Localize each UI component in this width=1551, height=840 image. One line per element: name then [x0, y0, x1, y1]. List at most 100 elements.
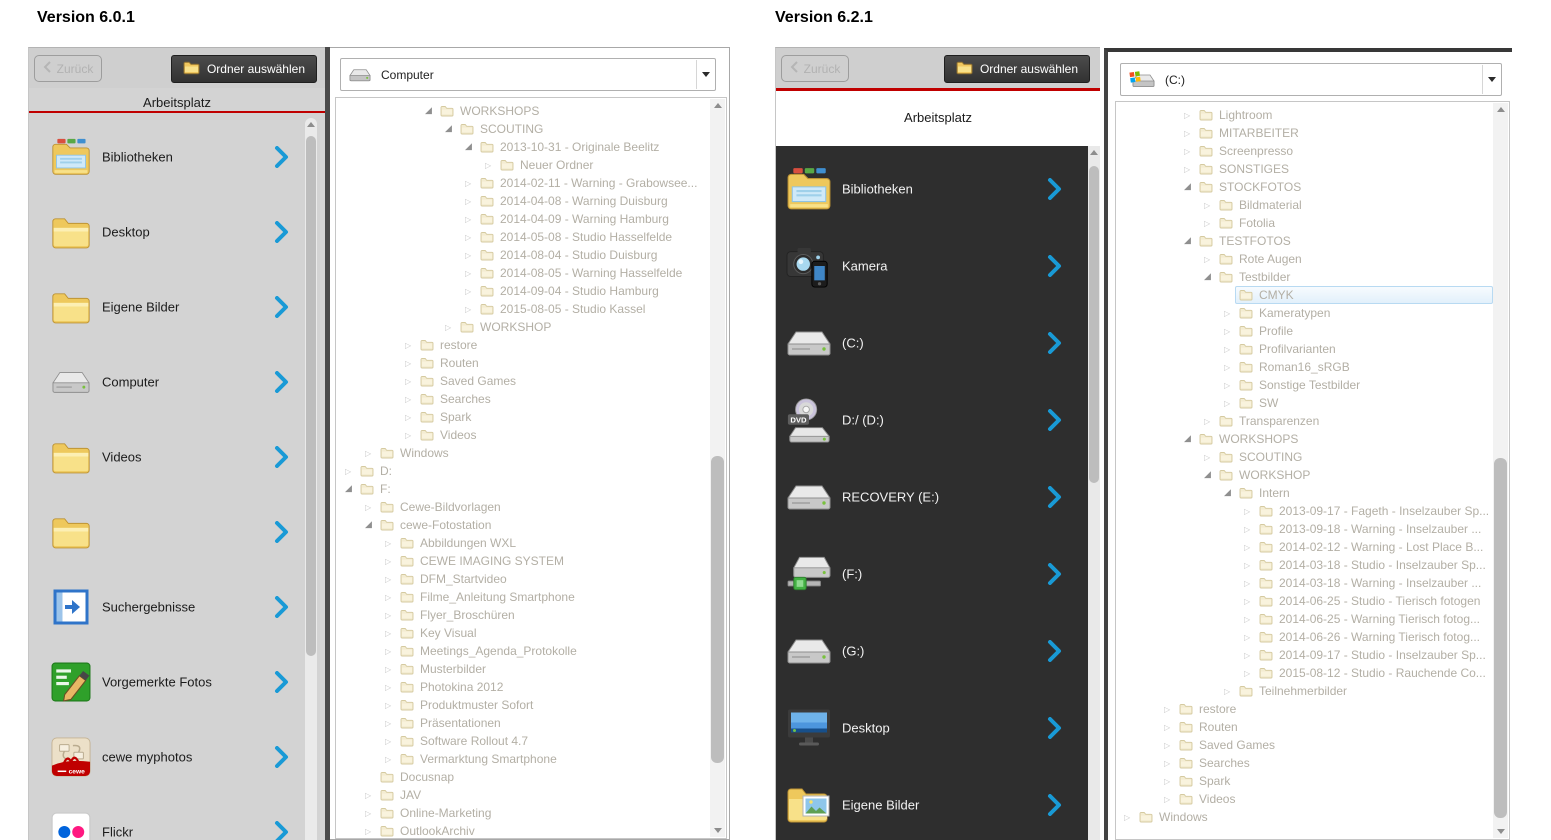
tree-item-mitarbeiter[interactable]: ▷ MITARBEITER — [1116, 124, 1493, 142]
tree-item-routen[interactable]: ▷ Routen — [336, 354, 710, 372]
expander-open-icon[interactable]: ◢ — [1184, 236, 1199, 246]
tree-item-2014-08-04-studio-duisburg[interactable]: ▷ 2014-08-04 - Studio Duisburg — [336, 246, 710, 264]
expander-closed-icon[interactable]: ▷ — [1244, 669, 1259, 678]
scroll-up-icon[interactable] — [1497, 107, 1505, 112]
expander-open-icon[interactable]: ◢ — [445, 124, 460, 134]
expander-closed-icon[interactable]: ▷ — [385, 665, 400, 674]
tree-item-profile[interactable]: ▷ Profile — [1116, 322, 1493, 340]
expander-closed-icon[interactable]: ▷ — [385, 593, 400, 602]
expander-closed-icon[interactable]: ▷ — [385, 575, 400, 584]
tree-item-jav[interactable]: ▷ JAV — [336, 786, 710, 804]
tree-item-filme-anleitung-smartphone[interactable]: ▷ Filme_Anleitung Smartphone — [336, 588, 710, 606]
scrollbar-thumb[interactable] — [711, 456, 724, 763]
tree-item-testbilder[interactable]: ◢ Testbilder — [1116, 268, 1493, 286]
sidebar-item-suchergebnisse[interactable]: Suchergebnisse — [29, 569, 325, 644]
tree-item-spark[interactable]: ▷ Spark — [1116, 772, 1493, 790]
expander-closed-icon[interactable]: ▷ — [1184, 147, 1199, 156]
sidebar-item-bibliotheken[interactable]: Bibliotheken — [776, 150, 1088, 227]
expander-closed-icon[interactable]: ▷ — [405, 395, 420, 404]
combobox-dropdown-arrow[interactable] — [696, 60, 715, 89]
tree-item-photokina-2012[interactable]: ▷ Photokina 2012 — [336, 678, 710, 696]
expander-open-icon[interactable]: ◢ — [465, 142, 480, 152]
expander-open-icon[interactable]: ◢ — [1204, 470, 1219, 480]
expander-closed-icon[interactable]: ▷ — [365, 791, 380, 800]
tree-item-kameratypen[interactable]: ▷ Kameratypen — [1116, 304, 1493, 322]
tree-item-bildmaterial[interactable]: ▷ Bildmaterial — [1116, 196, 1493, 214]
expander-closed-icon[interactable]: ▷ — [1164, 723, 1179, 732]
expander-closed-icon[interactable]: ▷ — [465, 197, 480, 206]
tree-item-restore[interactable]: ▷ restore — [336, 336, 710, 354]
expander-closed-icon[interactable]: ▷ — [385, 683, 400, 692]
tree-item-pr-sentationen[interactable]: ▷ Präsentationen — [336, 714, 710, 732]
expander-closed-icon[interactable]: ▷ — [345, 467, 360, 476]
tree-item-2014-05-08-studio-hasselfelde[interactable]: ▷ 2014-05-08 - Studio Hasselfelde — [336, 228, 710, 246]
tree-item-searches[interactable]: ▷ Searches — [1116, 754, 1493, 772]
location-combobox[interactable]: (C:) — [1120, 63, 1502, 96]
expander-closed-icon[interactable]: ▷ — [1244, 525, 1259, 534]
expander-closed-icon[interactable]: ▷ — [465, 287, 480, 296]
tree-item-videos[interactable]: ▷ Videos — [336, 426, 710, 444]
scroll-down-icon[interactable] — [1497, 829, 1505, 834]
tree-item-stockfotos[interactable]: ◢ STOCKFOTOS — [1116, 178, 1493, 196]
sidebar-scrollbar[interactable] — [1088, 146, 1100, 840]
tree-item-windows[interactable]: ▷ Windows — [1116, 808, 1493, 826]
combobox-dropdown-arrow[interactable] — [1482, 65, 1501, 94]
expander-open-icon[interactable]: ◢ — [1204, 272, 1219, 282]
tree-item-key-visual[interactable]: ▷ Key Visual — [336, 624, 710, 642]
expander-closed-icon[interactable]: ▷ — [405, 431, 420, 440]
scroll-up-icon[interactable] — [714, 103, 722, 108]
scrollbar-thumb[interactable] — [306, 136, 316, 656]
tree-item-rote-augen[interactable]: ▷ Rote Augen — [1116, 250, 1493, 268]
expander-closed-icon[interactable]: ▷ — [1204, 417, 1219, 426]
expander-closed-icon[interactable]: ▷ — [385, 539, 400, 548]
expander-closed-icon[interactable]: ▷ — [465, 269, 480, 278]
tree-item-scouting[interactable]: ▷ SCOUTING — [1116, 448, 1493, 466]
expander-closed-icon[interactable]: ▷ — [1244, 615, 1259, 624]
expander-closed-icon[interactable]: ▷ — [1164, 795, 1179, 804]
tree-item-cewe-fotostation[interactable]: ◢ cewe-Fotostation — [336, 516, 710, 534]
expander-closed-icon[interactable]: ▷ — [485, 161, 500, 170]
expander-closed-icon[interactable]: ▷ — [1224, 399, 1239, 408]
expander-closed-icon[interactable]: ▷ — [385, 557, 400, 566]
expander-open-icon[interactable]: ◢ — [1184, 182, 1199, 192]
location-combobox[interactable]: Computer — [340, 58, 716, 91]
tree-item-cmyk[interactable]: CMYK — [1116, 286, 1493, 304]
tree-item-outlookarchiv[interactable]: ▷ OutlookArchiv — [336, 822, 710, 839]
sidebar-item-recovery-e[interactable]: RECOVERY (E:) — [776, 458, 1088, 535]
tree-item-vermarktung-smartphone[interactable]: ▷ Vermarktung Smartphone — [336, 750, 710, 768]
expander-closed-icon[interactable]: ▷ — [1184, 165, 1199, 174]
tree-item-sw[interactable]: ▷ SW — [1116, 394, 1493, 412]
tree-item-windows[interactable]: ▷ Windows — [336, 444, 710, 462]
expander-closed-icon[interactable]: ▷ — [465, 233, 480, 242]
tree-item-2014-04-09-warning-hamburg[interactable]: ▷ 2014-04-09 - Warning Hamburg — [336, 210, 710, 228]
tree-item-2014-04-08-warning-duisburg[interactable]: ▷ 2014-04-08 - Warning Duisburg — [336, 192, 710, 210]
tree-item-saved-games[interactable]: ▷ Saved Games — [1116, 736, 1493, 754]
expander-closed-icon[interactable]: ▷ — [405, 413, 420, 422]
expander-closed-icon[interactable]: ▷ — [1224, 363, 1239, 372]
expander-open-icon[interactable]: ◢ — [345, 484, 360, 494]
expander-closed-icon[interactable]: ▷ — [1224, 327, 1239, 336]
tree-item-videos[interactable]: ▷ Videos — [1116, 790, 1493, 808]
tree-item-routen[interactable]: ▷ Routen — [1116, 718, 1493, 736]
expander-open-icon[interactable]: ◢ — [1184, 434, 1199, 444]
tree-item-dfm-startvideo[interactable]: ▷ DFM_Startvideo — [336, 570, 710, 588]
sidebar-scrollbar[interactable] — [305, 118, 317, 840]
sidebar-item-vorgemerkte-fotos[interactable]: Vorgemerkte Fotos — [29, 644, 325, 719]
sidebar-item-d-d[interactable]: DVD D:/ (D:) — [776, 381, 1088, 458]
tree-item-2014-09-04-studio-hamburg[interactable]: ▷ 2014-09-04 - Studio Hamburg — [336, 282, 710, 300]
expander-closed-icon[interactable]: ▷ — [1244, 633, 1259, 642]
tree-item-docusnap[interactable]: Docusnap — [336, 768, 710, 786]
scroll-down-icon[interactable] — [714, 828, 722, 833]
sidebar-item-eigene-bilder[interactable]: Eigene Bilder — [29, 269, 325, 344]
tree-item-restore[interactable]: ▷ restore — [1116, 700, 1493, 718]
scroll-up-icon[interactable] — [307, 122, 315, 127]
expander-closed-icon[interactable]: ▷ — [1124, 813, 1139, 822]
tree-item-2015-08-12-studio-rauchende-co[interactable]: ▷ 2015-08-12 - Studio - Rauchende Co... — [1116, 664, 1493, 682]
expander-open-icon[interactable]: ◢ — [425, 106, 440, 116]
expander-closed-icon[interactable]: ▷ — [385, 647, 400, 656]
expander-closed-icon[interactable]: ▷ — [1164, 705, 1179, 714]
tree-item-abbildungen-wxl[interactable]: ▷ Abbildungen WXL — [336, 534, 710, 552]
tree-item-software-rollout-4-7[interactable]: ▷ Software Rollout 4.7 — [336, 732, 710, 750]
tree-item-2014-09-17-studio-inselzauber-sp[interactable]: ▷ 2014-09-17 - Studio - Inselzauber Sp..… — [1116, 646, 1493, 664]
expander-closed-icon[interactable]: ▷ — [1224, 687, 1239, 696]
